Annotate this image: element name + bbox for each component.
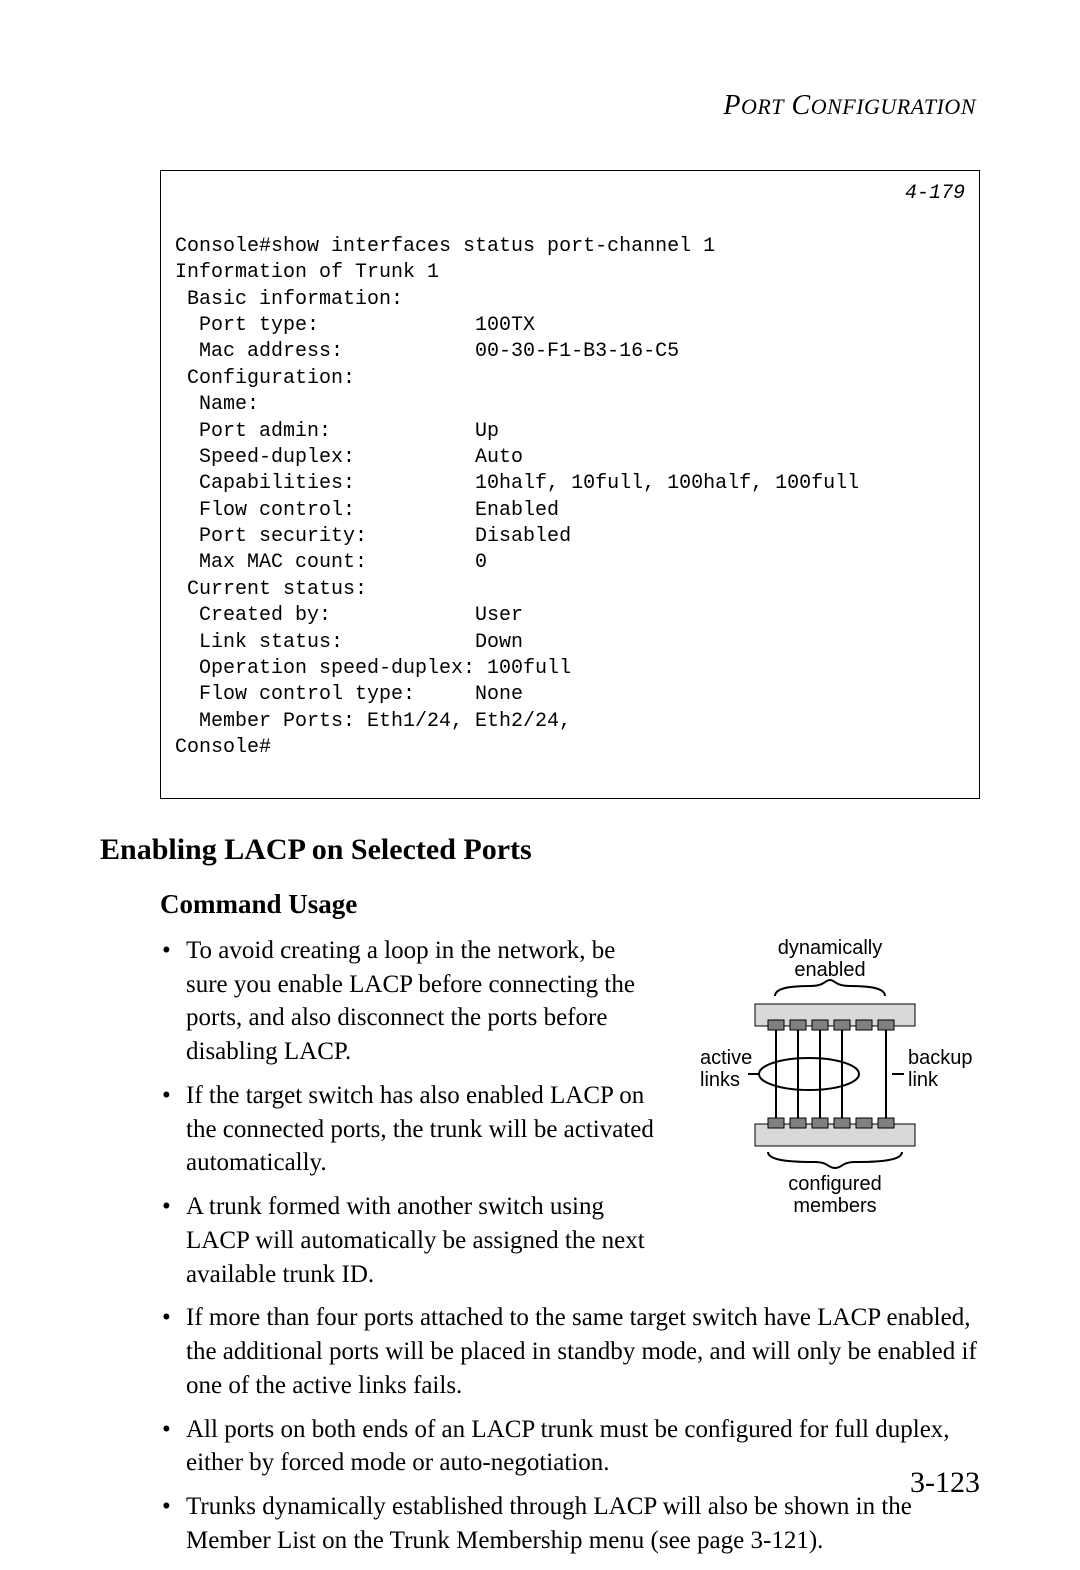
console-line: Configuration: bbox=[175, 367, 355, 390]
list-item: Trunks dynamically established through L… bbox=[160, 1490, 980, 1558]
console-line: Capabilities: 10half, 10full, 100half, 1… bbox=[175, 472, 859, 495]
running-head: PORT CONFIGURATION bbox=[100, 90, 980, 122]
console-line: Mac address: 00-30-F1-B3-16-C5 bbox=[175, 340, 679, 363]
list-item: If more than four ports attached to the … bbox=[160, 1301, 980, 1402]
list-item: To avoid creating a loop in the network,… bbox=[160, 934, 656, 1069]
console-line: Name: bbox=[175, 393, 259, 416]
console-line: Port admin: Up bbox=[175, 420, 499, 443]
console-line: Information of Trunk 1 bbox=[175, 261, 439, 284]
two-column-block: To avoid creating a loop in the network,… bbox=[160, 934, 980, 1302]
section-heading: Enabling LACP on Selected Ports bbox=[100, 833, 980, 867]
console-line: Console#show interfaces status port-chan… bbox=[175, 235, 715, 258]
console-line: Basic information: bbox=[175, 288, 403, 311]
console-line: Current status: bbox=[175, 578, 367, 601]
console-page-ref: 4-179 bbox=[905, 181, 965, 207]
lacp-diagram-svg: dynamically enabled bbox=[680, 934, 980, 1234]
diagram-top-label: dynamically bbox=[778, 937, 882, 959]
console-line: Flow control: Enabled bbox=[175, 499, 559, 522]
console-line: Console# bbox=[175, 736, 271, 759]
brace-top-icon bbox=[775, 980, 885, 996]
diagram-left-label: active bbox=[700, 1047, 752, 1069]
console-line: Created by: User bbox=[175, 604, 523, 627]
active-links-oval-icon bbox=[759, 1058, 859, 1090]
console-line: Member Ports: Eth1/24, Eth2/24, bbox=[175, 710, 571, 733]
console-output: 4-179 Console#show interfaces status por… bbox=[160, 170, 980, 799]
lacp-diagram: dynamically enabled bbox=[680, 934, 980, 1239]
console-line: Speed-duplex: Auto bbox=[175, 446, 523, 469]
console-line: Operation speed-duplex: 100full bbox=[175, 657, 571, 680]
diagram-right-label: backup bbox=[908, 1047, 973, 1069]
console-line: Link status: Down bbox=[175, 631, 523, 654]
diagram-left-label: links bbox=[700, 1069, 740, 1091]
brace-bottom-icon bbox=[768, 1152, 902, 1168]
page: PORT CONFIGURATION 4-179 Console#show in… bbox=[0, 0, 1080, 1570]
subsection-heading: Command Usage bbox=[160, 889, 980, 920]
console-line: Max MAC count: 0 bbox=[175, 551, 487, 574]
link-lines bbox=[776, 1030, 886, 1118]
list-item: A trunk formed with another switch using… bbox=[160, 1190, 656, 1291]
diagram-bottom-label: members bbox=[793, 1195, 876, 1217]
bullet-list-full: If more than four ports attached to the … bbox=[160, 1301, 980, 1557]
diagram-top-label: enabled bbox=[794, 959, 865, 981]
diagram-bottom-label: configured bbox=[788, 1173, 881, 1195]
console-line: Port security: Disabled bbox=[175, 525, 571, 548]
diagram-right-label: link bbox=[908, 1069, 939, 1091]
page-number: 3-123 bbox=[910, 1466, 980, 1500]
console-line: Flow control type: None bbox=[175, 683, 523, 706]
list-item: If the target switch has also enabled LA… bbox=[160, 1079, 656, 1180]
list-item: All ports on both ends of an LACP trunk … bbox=[160, 1413, 980, 1481]
console-line: Port type: 100TX bbox=[175, 314, 535, 337]
bullet-list-narrow: To avoid creating a loop in the network,… bbox=[160, 934, 656, 1302]
